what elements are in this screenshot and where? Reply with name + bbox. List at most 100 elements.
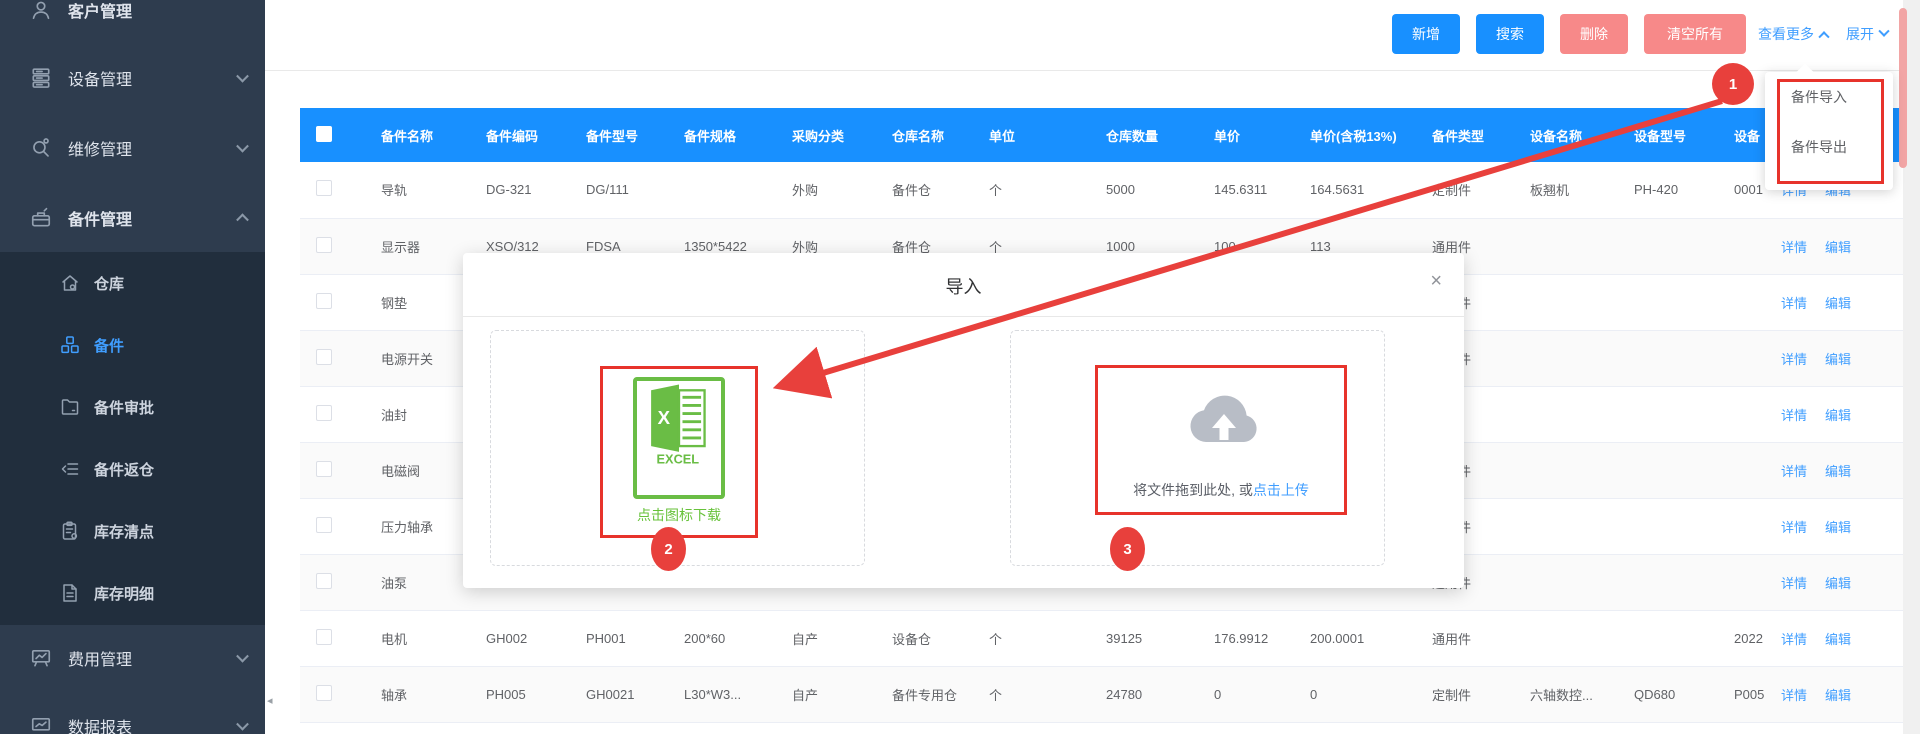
cell-name: 轴承: [365, 666, 470, 722]
excel-template-icon[interactable]: X EXCEL: [633, 377, 725, 499]
detail-link[interactable]: 详情: [1781, 576, 1807, 591]
detail-link[interactable]: 详情: [1781, 408, 1807, 423]
detail-link[interactable]: 详情: [1781, 688, 1807, 703]
column-header: 设备名称: [1514, 108, 1618, 162]
column-header: 仓库数量: [1090, 108, 1198, 162]
row-actions-cell: 详情 编辑: [1765, 666, 1903, 722]
edit-link[interactable]: 编辑: [1825, 352, 1851, 367]
detail-link[interactable]: 详情: [1781, 240, 1807, 255]
cell-qty: 24780: [1090, 666, 1198, 722]
select-all-checkbox[interactable]: [316, 126, 332, 142]
row-checkbox[interactable]: [316, 573, 332, 589]
sidebar-item-repair-mgmt[interactable]: 维修管理: [0, 116, 265, 180]
row-checkbox[interactable]: [316, 237, 332, 253]
sidebar-subitem-spareparts[interactable]: 备件: [0, 314, 265, 376]
clear-all-button[interactable]: 清空所有: [1644, 14, 1746, 54]
row-checkbox[interactable]: [316, 685, 332, 701]
close-icon[interactable]: ×: [1430, 271, 1442, 291]
column-header: 备件名称: [365, 108, 470, 162]
sidebar-item-cost-mgmt[interactable]: 费用管理: [0, 626, 265, 690]
cell-tax_price: 200.0001: [1294, 610, 1416, 666]
scrollbar-thumb[interactable]: [1899, 8, 1907, 168]
add-button[interactable]: 新增: [1392, 14, 1460, 54]
row-select-cell: [300, 386, 365, 442]
row-checkbox[interactable]: [316, 405, 332, 421]
row-actions-cell: 详情 编辑: [1765, 554, 1903, 610]
delete-button[interactable]: 删除: [1560, 14, 1628, 54]
sidebar-subitem-stock-detail[interactable]: 库存明细: [0, 562, 265, 624]
warehouse-icon: [60, 273, 80, 293]
detail-link[interactable]: 详情: [1781, 632, 1807, 647]
row-select-cell: [300, 666, 365, 722]
cell-name: 导轨: [365, 162, 470, 218]
cell-warehouse: 备件仓: [876, 162, 973, 218]
cell-qty: 39125: [1090, 610, 1198, 666]
column-header: 单价: [1198, 108, 1294, 162]
row-select-cell: [300, 330, 365, 386]
cell-tax_price: 0: [1294, 666, 1416, 722]
row-actions-cell: 详情 编辑: [1765, 442, 1903, 498]
edit-link[interactable]: 编辑: [1825, 520, 1851, 535]
upload-hint-text: 将文件拖到此处, 或: [1133, 482, 1253, 498]
cell-dev: 0001: [1718, 162, 1765, 218]
sidebar-item-equipment-mgmt[interactable]: 设备管理: [0, 46, 265, 110]
chevron-down-icon: [236, 140, 249, 153]
sidebar-item-spareparts-mgmt[interactable]: 备件管理: [0, 186, 265, 250]
cell-dev_name: [1514, 218, 1618, 274]
upload-cloud-icon[interactable]: [1178, 376, 1270, 468]
scroll-left-arrow[interactable]: ◂: [267, 694, 273, 707]
cell-type: 定制件: [1416, 162, 1514, 218]
sidebar-subitem-spareparts-approval[interactable]: 备件审批: [0, 376, 265, 438]
row-select-cell: [300, 218, 365, 274]
upload-link[interactable]: 点击上传: [1253, 482, 1309, 498]
edit-link[interactable]: 编辑: [1825, 688, 1851, 703]
sidebar-subitem-warehouse[interactable]: 仓库: [0, 252, 265, 314]
download-hint[interactable]: 点击图标下载: [603, 505, 755, 525]
cell-dev_model: [1618, 330, 1718, 386]
expand-label: 展开: [1846, 24, 1874, 44]
detail-link[interactable]: 详情: [1781, 520, 1807, 535]
menu-item-spareparts-export[interactable]: 备件导出: [1765, 122, 1893, 172]
cell-code: PH005: [470, 666, 570, 722]
row-checkbox[interactable]: [316, 461, 332, 477]
detail-link[interactable]: 详情: [1781, 296, 1807, 311]
cell-warehouse: 备件专用仓: [876, 666, 973, 722]
search-button[interactable]: 搜索: [1476, 14, 1544, 54]
sidebar-subitem-label: 备件审批: [94, 397, 154, 418]
sidebar-subitem-spareparts-return[interactable]: 备件返仓: [0, 438, 265, 500]
row-checkbox[interactable]: [316, 293, 332, 309]
edit-link[interactable]: 编辑: [1825, 632, 1851, 647]
cell-model: GH0021: [570, 666, 668, 722]
sidebar-subitem-stock-count[interactable]: 库存清点: [0, 500, 265, 562]
cell-dev_model: PH-420: [1618, 162, 1718, 218]
chevron-down-icon: [236, 650, 249, 663]
sidebar-item-data-report[interactable]: 数据报表: [0, 694, 265, 734]
toolbox-icon: [30, 207, 52, 229]
row-checkbox[interactable]: [316, 349, 332, 365]
sidebar-subitem-label: 备件: [94, 335, 124, 356]
edit-link[interactable]: 编辑: [1825, 408, 1851, 423]
cell-code: GH002: [470, 610, 570, 666]
sidebar-item-label: 费用管理: [68, 646, 132, 670]
cell-dev_name: [1514, 610, 1618, 666]
edit-link[interactable]: 编辑: [1825, 240, 1851, 255]
import-modal: 导入 × X EXCEL 点击图标下载: [463, 253, 1464, 588]
chevron-up-icon: [236, 213, 249, 226]
row-checkbox[interactable]: [316, 180, 332, 196]
detail-link[interactable]: 详情: [1781, 464, 1807, 479]
row-checkbox[interactable]: [316, 517, 332, 533]
row-checkbox[interactable]: [316, 629, 332, 645]
cell-dev: P005: [1718, 666, 1765, 722]
cell-name: 油泵: [365, 554, 470, 610]
sidebar-item-customer-mgmt[interactable]: 客户管理: [0, 0, 265, 42]
edit-link[interactable]: 编辑: [1825, 464, 1851, 479]
edit-link[interactable]: 编辑: [1825, 296, 1851, 311]
menu-item-spareparts-import[interactable]: 备件导入: [1765, 72, 1893, 122]
cell-dev_model: [1618, 274, 1718, 330]
cell-dev_model: [1618, 498, 1718, 554]
expand-link[interactable]: 展开: [1846, 24, 1888, 44]
view-more-link[interactable]: 查看更多: [1758, 24, 1828, 44]
edit-link[interactable]: 编辑: [1825, 576, 1851, 591]
cell-dev: [1718, 386, 1765, 442]
detail-link[interactable]: 详情: [1781, 352, 1807, 367]
